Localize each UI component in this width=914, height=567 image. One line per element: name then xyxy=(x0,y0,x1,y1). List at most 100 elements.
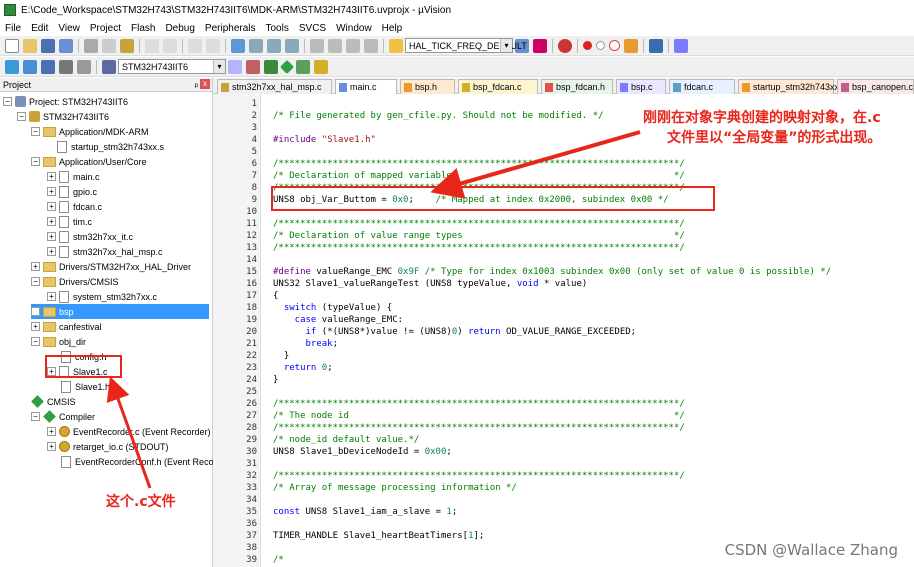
download-icon[interactable] xyxy=(102,59,116,74)
collapse-icon[interactable]: − xyxy=(17,112,26,121)
tree-node-file[interactable]: + fdcan.c xyxy=(47,199,102,214)
tree-node-group[interactable]: + canfestival xyxy=(31,319,102,334)
tree-node-file[interactable]: startup_stm32h743xx.s xyxy=(57,139,164,154)
undo-icon[interactable] xyxy=(145,38,159,53)
tab-bsp-fdcan-c[interactable]: bsp_fdcan.c xyxy=(458,79,538,94)
code-editor[interactable]: 1 2 3 4 5 6 7 8 9 10 11 12 13 14 15 16 17 18 19 20 21 22 23 24 2… xyxy=(213,94,914,567)
tree-node-component[interactable]: − Compiler xyxy=(31,409,95,424)
tab-bsp-canopen-c[interactable]: bsp_canopen.c xyxy=(837,79,914,94)
collapse-icon[interactable]: − xyxy=(31,277,40,286)
menu-help[interactable]: Help xyxy=(377,23,408,34)
tab-main-c[interactable]: main.c xyxy=(335,79,397,94)
comment-icon[interactable] xyxy=(346,38,360,53)
open-file-icon[interactable] xyxy=(23,38,37,53)
nav-back-icon[interactable] xyxy=(188,38,202,53)
manage-components-icon[interactable] xyxy=(264,59,278,74)
window-layout-icon[interactable] xyxy=(649,38,663,53)
pack-installer-icon[interactable] xyxy=(296,59,310,74)
tree-node-group-selected[interactable]: + bsp xyxy=(31,304,209,319)
debug-session-icon[interactable] xyxy=(558,38,572,53)
tab-stm32h7xx-hal-msp-c[interactable]: stm32h7xx_hal_msp.c xyxy=(217,79,332,94)
rebuild-icon[interactable] xyxy=(41,59,55,74)
pin-icon[interactable]: ᵖ xyxy=(195,79,198,93)
clear-bookmarks-icon[interactable] xyxy=(285,38,299,53)
save-icon[interactable] xyxy=(41,38,55,53)
menu-file[interactable]: File xyxy=(0,23,26,34)
tree-node-file[interactable]: + stm32h7xx_it.c xyxy=(47,229,133,244)
paste-icon[interactable] xyxy=(120,38,134,53)
debug-settings-icon[interactable] xyxy=(624,38,638,53)
expand-icon[interactable]: + xyxy=(47,187,56,196)
expand-icon[interactable]: + xyxy=(47,217,56,226)
run-time-environment-icon[interactable] xyxy=(279,59,295,74)
target-options-icon[interactable] xyxy=(228,59,242,74)
breakpoint-icon[interactable] xyxy=(583,41,592,50)
build-icon[interactable] xyxy=(23,59,37,74)
target-combo[interactable]: STM32H743IIT6 ▾ xyxy=(118,59,226,74)
tree-node-target[interactable]: − STM32H743IIT6 xyxy=(17,109,109,124)
tree-node-group[interactable]: + Drivers/STM32H7xx_HAL_Driver xyxy=(31,259,191,274)
menu-view[interactable]: View xyxy=(53,23,85,34)
expand-icon[interactable]: + xyxy=(47,202,56,211)
expand-icon[interactable]: + xyxy=(31,307,40,316)
tree-node-group[interactable]: − obj_dir xyxy=(31,334,86,349)
expand-icon[interactable]: + xyxy=(47,292,56,301)
tree-node-file[interactable]: + main.c xyxy=(47,169,100,184)
code-area[interactable]: /* File generated by gen_cfile.py. Shoul… xyxy=(273,94,914,567)
disable-breakpoint-icon[interactable] xyxy=(596,41,605,50)
incremental-find-icon[interactable] xyxy=(533,38,547,53)
select-packs-icon[interactable] xyxy=(314,59,328,74)
file-extensions-icon[interactable] xyxy=(246,59,260,74)
find-in-files-icon[interactable] xyxy=(389,38,403,53)
redo-icon[interactable] xyxy=(163,38,177,53)
collapse-icon[interactable]: − xyxy=(3,97,12,106)
expand-icon[interactable]: + xyxy=(31,322,40,331)
collapse-icon[interactable]: − xyxy=(31,337,40,346)
collapse-icon[interactable]: − xyxy=(31,127,40,136)
tree-node-component[interactable]: CMSIS xyxy=(31,394,76,409)
tree-node-group[interactable]: − Application/MDK-ARM xyxy=(31,124,149,139)
stop-build-icon[interactable] xyxy=(77,59,91,74)
save-all-icon[interactable] xyxy=(59,38,73,53)
menu-tools[interactable]: Tools xyxy=(261,23,294,34)
menu-peripherals[interactable]: Peripherals xyxy=(200,23,261,34)
menu-project[interactable]: Project xyxy=(85,23,126,34)
translate-icon[interactable] xyxy=(5,59,19,74)
collapse-icon[interactable]: − xyxy=(31,157,40,166)
tree-node-file[interactable]: + retarget_io.c (STDOUT) xyxy=(47,439,169,454)
batch-build-icon[interactable] xyxy=(59,59,73,74)
tree-node-file[interactable]: + EventRecorder.c (Event Recorder) xyxy=(47,424,211,439)
define-combo[interactable]: HAL_TICK_FREQ_DEFAULT ▾ xyxy=(405,38,527,53)
tree-node-file[interactable]: + system_stm32h7xx.c xyxy=(47,289,157,304)
expand-icon[interactable]: + xyxy=(47,172,56,181)
expand-icon[interactable]: + xyxy=(47,427,56,436)
tree-node-file[interactable]: Slave1.h xyxy=(61,379,110,394)
chevron-down-icon[interactable]: ▾ xyxy=(500,39,512,52)
unindent-icon[interactable] xyxy=(328,38,342,53)
next-bookmark-icon[interactable] xyxy=(267,38,281,53)
cut-icon[interactable] xyxy=(84,38,98,53)
close-icon[interactable]: x xyxy=(200,79,210,89)
expand-icon[interactable]: + xyxy=(47,232,56,241)
tree-node-file[interactable]: + stm32h7xx_hal_msp.c xyxy=(47,244,163,259)
menu-window[interactable]: Window xyxy=(331,23,377,34)
tree-node-group[interactable]: − Application/User/Core xyxy=(31,154,147,169)
kill-breakpoints-icon[interactable] xyxy=(609,40,620,51)
bookmark-icon[interactable] xyxy=(231,38,245,53)
expand-icon[interactable]: + xyxy=(47,247,56,256)
indent-icon[interactable] xyxy=(310,38,324,53)
tab-bsp-c[interactable]: bsp.c xyxy=(616,79,666,94)
menu-debug[interactable]: Debug xyxy=(160,23,199,34)
tree-node-group[interactable]: − Drivers/CMSIS xyxy=(31,274,119,289)
expand-icon[interactable]: + xyxy=(31,262,40,271)
uncomment-icon[interactable] xyxy=(364,38,378,53)
menu-flash[interactable]: Flash xyxy=(126,23,160,34)
nav-forward-icon[interactable] xyxy=(206,38,220,53)
tree-node-file[interactable]: + gpio.c xyxy=(47,184,97,199)
tab-startup-stm32h743xx-s[interactable]: startup_stm32h743xx.s xyxy=(738,79,846,94)
new-file-icon[interactable] xyxy=(5,38,19,53)
tree-node-project-root[interactable]: − Project: STM32H743IIT6 xyxy=(3,94,128,109)
tab-fdcan-c[interactable]: fdcan.c xyxy=(669,79,735,94)
configure-icon[interactable] xyxy=(674,38,688,53)
collapse-icon[interactable]: − xyxy=(31,412,40,421)
